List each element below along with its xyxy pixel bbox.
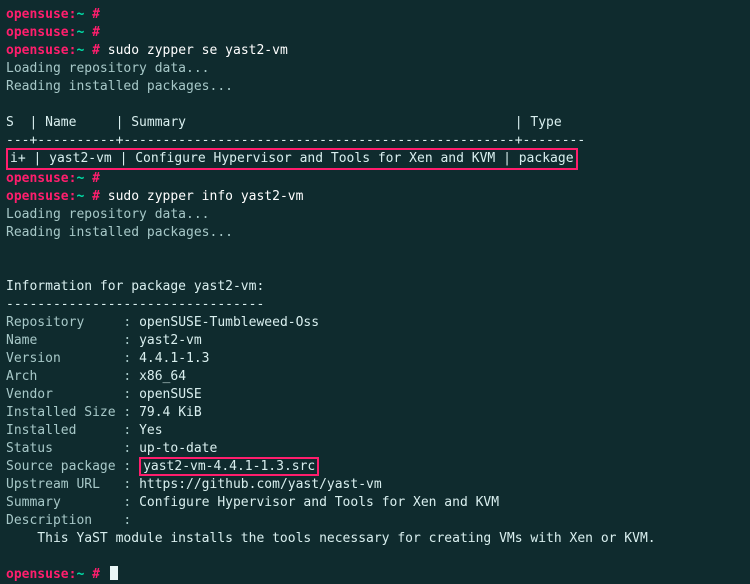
info-status-value: up-to-date	[139, 441, 217, 456]
info-name-label: Name :	[6, 333, 131, 348]
reading-installed-1: Reading installed packages...	[6, 79, 233, 94]
info-installed-label: Installed :	[6, 423, 131, 438]
loading-repo-2: Loading repository data...	[6, 207, 210, 222]
prompt-host: opensuse:	[6, 7, 76, 22]
info-size-label: Installed Size :	[6, 405, 131, 420]
info-repo-value: openSUSE-Tumbleweed-Oss	[139, 315, 319, 330]
info-vendor-label: Vendor :	[6, 387, 131, 402]
reading-installed-2: Reading installed packages...	[6, 225, 233, 240]
loading-repo-1: Loading repository data...	[6, 61, 210, 76]
command-2: sudo zypper info yast2-vm	[108, 189, 304, 204]
info-vendor-value: openSUSE	[139, 387, 202, 402]
info-arch-value: x86_64	[139, 369, 186, 384]
info-url-label: Upstream URL :	[6, 477, 131, 492]
info-name-value: yast2-vm	[139, 333, 202, 348]
info-arch-label: Arch :	[6, 369, 131, 384]
search-result-row: i+ | yast2-vm | Configure Hypervisor and…	[6, 148, 578, 170]
info-desc-label: Description :	[6, 513, 131, 528]
command-1: sudo zypper se yast2-vm	[108, 43, 288, 58]
info-version-value: 4.4.1-1.3	[139, 351, 209, 366]
info-status-label: Status :	[6, 441, 131, 456]
info-version-label: Version :	[6, 351, 131, 366]
info-sep: ---------------------------------	[6, 297, 264, 312]
info-repo-label: Repository :	[6, 315, 131, 330]
info-size-value: 79.4 KiB	[139, 405, 202, 420]
prompt-hash: #	[84, 7, 100, 22]
info-installed-value: Yes	[139, 423, 162, 438]
info-desc-value: This YaST module installs the tools nece…	[6, 531, 656, 546]
search-table-header: S | Name | Summary | Type	[6, 115, 562, 130]
terminal-output: opensuse:~ # opensuse:~ # opensuse:~ # s…	[6, 6, 732, 584]
search-table-sep: ---+----------+-------------------------…	[6, 133, 585, 148]
info-url-value: https://github.com/yast/yast-vm	[139, 477, 382, 492]
info-summary-label: Summary :	[6, 495, 131, 510]
info-source-value: yast2-vm-4.4.1-1.3.src	[139, 457, 319, 476]
info-source-label: Source package :	[6, 459, 131, 474]
info-title: Information for package yast2-vm:	[6, 279, 264, 294]
info-summary-value: Configure Hypervisor and Tools for Xen a…	[139, 495, 499, 510]
